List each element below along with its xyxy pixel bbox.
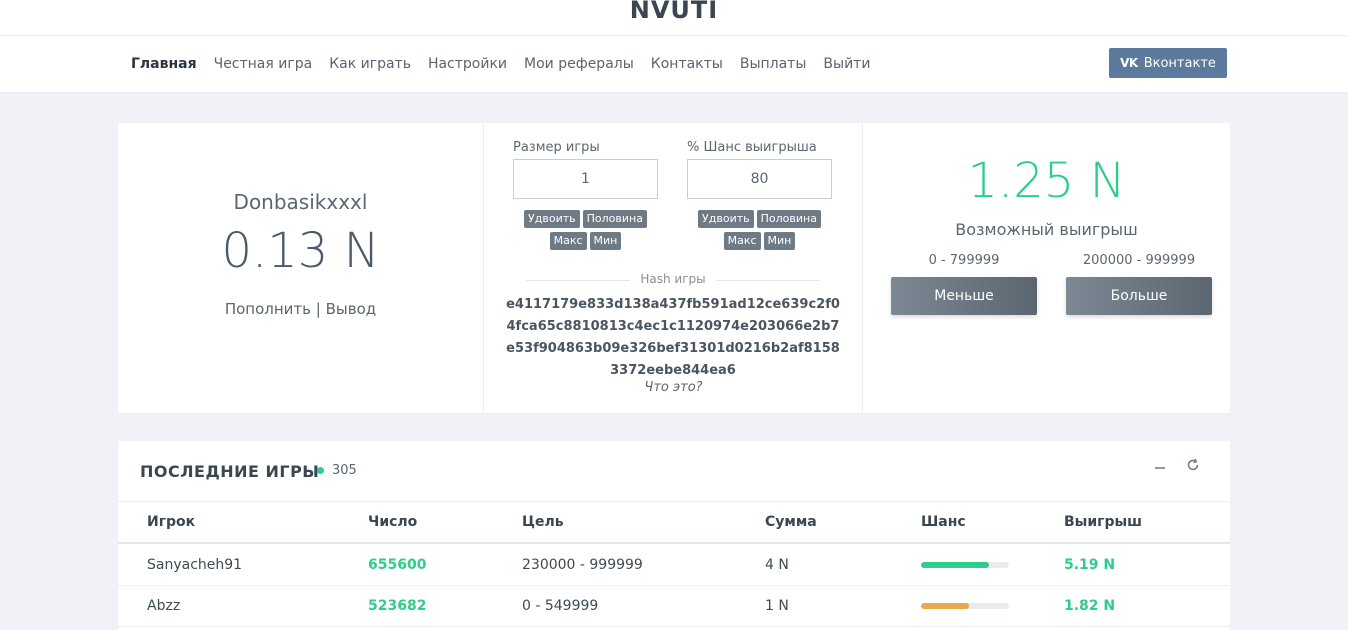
more-button[interactable]: Больше bbox=[1066, 277, 1212, 315]
last-games-panel: ПОСЛЕДНИЕ ИГРЫ 305 Игрок Число Цель Сумм… bbox=[118, 441, 1230, 630]
chance-half-button[interactable]: Половина bbox=[756, 210, 821, 228]
col-target: Цель bbox=[522, 514, 564, 530]
nav-item-2[interactable]: Как играть bbox=[329, 56, 411, 72]
win-chance-group: % Шанс выигрыша bbox=[687, 140, 832, 199]
row-target: 230000 - 999999 bbox=[522, 557, 643, 573]
bet-size-buttons: Удвоить Половина Макс Мин bbox=[519, 210, 652, 250]
last-games-header: ПОСЛЕДНИЕ ИГРЫ 305 bbox=[118, 441, 1230, 502]
bet-size-input[interactable] bbox=[513, 159, 658, 199]
possible-win-amount: 1.25 N bbox=[967, 153, 1126, 209]
col-player: Игрок bbox=[147, 514, 196, 530]
row-amount: 1 N bbox=[765, 598, 789, 614]
size-double-button[interactable]: Удвоить bbox=[524, 210, 580, 228]
account-section: Donbasikxxxl 0.13 N Пополнить | Вывод bbox=[118, 123, 484, 413]
row-player: Sanyacheh91 bbox=[147, 557, 243, 573]
chance-bar-fill bbox=[921, 562, 989, 568]
size-half-button[interactable]: Половина bbox=[582, 210, 647, 228]
col-chance: Шанс bbox=[921, 514, 966, 530]
bet-size-label: Размер игры bbox=[513, 140, 600, 155]
online-dot-icon bbox=[317, 467, 324, 474]
win-section: 1.25 N Возможный выигрыш 0 - 799999 2000… bbox=[863, 123, 1230, 413]
last-games-title: ПОСЛЕДНИЕ ИГРЫ bbox=[140, 462, 320, 481]
row-win: 5.19 N bbox=[1064, 557, 1116, 573]
row-number: 655600 bbox=[368, 557, 427, 573]
game-panel: Donbasikxxxl 0.13 N Пополнить | Вывод Ра… bbox=[118, 123, 1230, 413]
navbar: Главная Честная игра Как играть Настройки Мо… bbox=[0, 36, 1348, 92]
col-win: Выигрыш bbox=[1064, 514, 1143, 530]
chance-bar bbox=[921, 562, 1009, 568]
balance: 0.13 N bbox=[221, 223, 380, 279]
hash-label: Hash игры bbox=[526, 272, 820, 286]
row-chance bbox=[921, 545, 1009, 585]
table-row: Abzz 523682 0 - 549999 1 N 1.82 N bbox=[118, 586, 1230, 627]
nav-item-4[interactable]: Мои рефералы bbox=[524, 56, 634, 72]
table-row: Sanyacheh91 655600 230000 - 999999 4 N 5.19 … bbox=[118, 545, 1230, 586]
chance-double-button[interactable]: Удвоить bbox=[698, 210, 754, 228]
chance-max-button[interactable]: Макс bbox=[723, 232, 761, 250]
possible-win-label: Возможный выигрыш bbox=[955, 220, 1138, 239]
deposit-link[interactable]: Пополнить bbox=[225, 300, 311, 318]
chance-min-button[interactable]: Мин bbox=[763, 232, 796, 250]
games-count: 305 bbox=[332, 463, 357, 478]
balance-actions: Пополнить | Вывод bbox=[118, 300, 483, 318]
less-button[interactable]: Меньше bbox=[891, 277, 1037, 315]
vk-button[interactable]: VK Вконтакте bbox=[1109, 48, 1227, 78]
row-amount: 4 N bbox=[765, 557, 789, 573]
more-range: 200000 - 999999 bbox=[1082, 253, 1196, 268]
top-header: NVUTI bbox=[0, 0, 1348, 36]
row-player: Abzz bbox=[147, 598, 181, 614]
win-chance-label: % Шанс выигрыша bbox=[687, 140, 817, 155]
row-win: 1.82 N bbox=[1064, 598, 1116, 614]
vk-button-label: Вконтакте bbox=[1143, 55, 1216, 71]
chance-bar-fill bbox=[921, 603, 970, 609]
nav-item-3[interactable]: Настройки bbox=[428, 56, 507, 72]
brand-logo[interactable]: NVUTI bbox=[0, 0, 1348, 24]
username: Donbasikxxxl bbox=[233, 190, 368, 214]
nav-item-0[interactable]: Главная bbox=[131, 56, 197, 72]
row-chance bbox=[921, 586, 1009, 626]
col-number: Число bbox=[368, 514, 418, 530]
links-separator: | bbox=[315, 300, 321, 318]
nav-item-6[interactable]: Выплаты bbox=[740, 56, 807, 72]
less-range: 0 - 799999 bbox=[928, 253, 1000, 268]
nav-item-7[interactable]: Выйти bbox=[823, 56, 870, 72]
col-amount: Сумма bbox=[765, 514, 817, 530]
withdraw-link[interactable]: Вывод bbox=[326, 300, 377, 318]
what-is-link[interactable]: Что это? bbox=[484, 380, 863, 395]
row-number: 523682 bbox=[368, 598, 427, 614]
bet-section: Размер игры % Шанс выигрыша УдвоитьПолов… bbox=[484, 123, 863, 413]
vk-icon: VK bbox=[1120, 56, 1138, 70]
minus-icon[interactable] bbox=[1154, 457, 1166, 476]
bet-size-group: Размер игры bbox=[513, 140, 658, 199]
win-chance-input[interactable] bbox=[687, 159, 832, 199]
size-max-button[interactable]: Макс bbox=[549, 232, 587, 250]
chance-bar bbox=[921, 603, 1009, 609]
size-min-button[interactable]: Мин bbox=[589, 232, 622, 250]
nav-item-5[interactable]: Контакты bbox=[651, 56, 723, 72]
hash-value: e4117179e833d138a437fb591ad12ce639c2f04f… bbox=[506, 297, 840, 378]
refresh-icon[interactable] bbox=[1186, 457, 1200, 476]
win-chance-buttons: Удвоить Половина Макс Мин bbox=[693, 210, 826, 250]
nav-item-1[interactable]: Честная игра bbox=[214, 56, 313, 72]
games-table-header: Игрок Число Цель Сумма Шанс Выигрыш bbox=[118, 502, 1230, 544]
row-target: 0 - 549999 bbox=[522, 598, 599, 614]
main-nav: Главная Честная игра Как играть Настройки Мо… bbox=[131, 36, 887, 92]
